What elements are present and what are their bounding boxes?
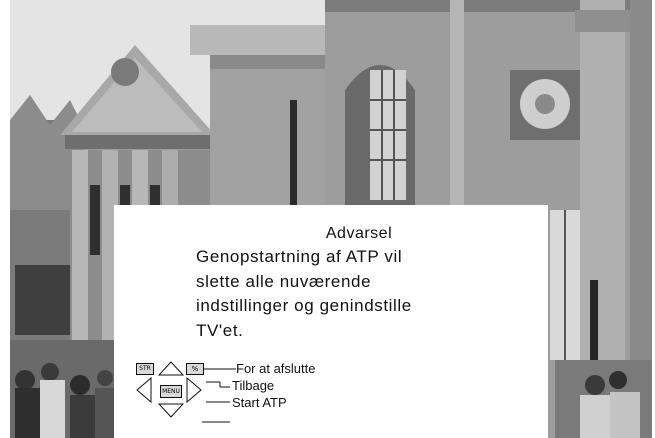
- dialog-message-line: slette alle nuværende: [196, 271, 372, 291]
- triangle-right-icon: [186, 377, 202, 403]
- legend-back: Tilbage: [232, 378, 275, 393]
- triangle-left-icon: [136, 377, 152, 403]
- ok-key: %: [186, 363, 204, 375]
- dialog-message-line: indstillinger og genindstille: [196, 296, 412, 315]
- dialog-message-line: Genopstartning af ATP vil: [196, 247, 403, 266]
- dialog-message-line: TV'et.: [196, 320, 244, 340]
- triangle-down-icon: [158, 403, 184, 418]
- legend-exit: For at afslutte: [236, 361, 316, 376]
- tv-screen: Advarsel Genopstartning af ATP vil slett…: [0, 0, 655, 438]
- menu-key: MENU: [160, 385, 182, 398]
- screen-border-left: [0, 0, 10, 438]
- warning-dialog: Advarsel Genopstartning af ATP vil slett…: [114, 205, 548, 438]
- str-key: STR: [136, 363, 154, 375]
- dialog-message: Genopstartning af ATP vil slette alle nu…: [196, 245, 526, 343]
- legend-start: Start ATP: [232, 395, 287, 410]
- triangle-up-icon: [158, 361, 184, 376]
- dialog-title: Advarsel: [325, 225, 393, 242]
